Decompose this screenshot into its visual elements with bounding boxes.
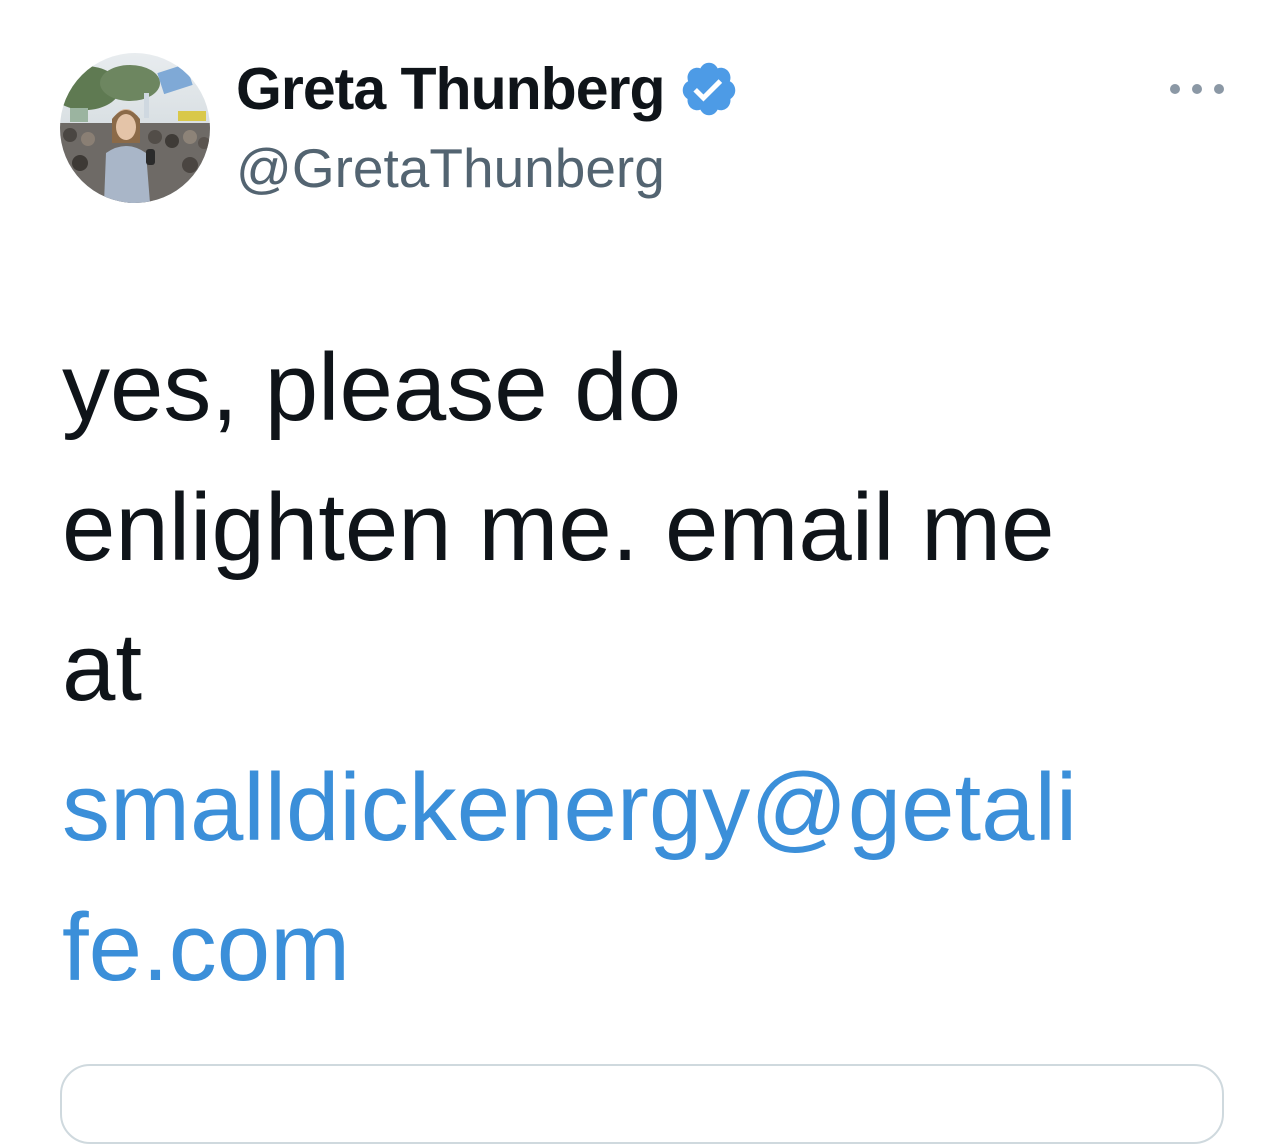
email-link[interactable]: smalldickenergy@getali — [62, 738, 1242, 878]
quoted-card-edge[interactable] — [60, 1064, 1224, 1144]
tweet-text-line: yes, please do — [62, 334, 682, 441]
more-dot — [1192, 84, 1202, 94]
author-name-row: Greta Thunberg — [236, 54, 739, 124]
more-dot — [1214, 84, 1224, 94]
more-dot — [1170, 84, 1180, 94]
author-handle[interactable]: @GretaThunberg — [236, 136, 665, 200]
more-options-icon[interactable] — [1170, 76, 1224, 102]
verified-badge-icon — [682, 62, 735, 116]
profile-photo-icon — [60, 53, 210, 203]
email-link-continued[interactable]: fe.com — [62, 878, 1242, 1018]
tweet-text: yes, please do enlighten me. email me at… — [62, 318, 1242, 1018]
tweet-text-line: enlighten me. email me — [62, 474, 1055, 581]
tweet-text-line: at — [62, 614, 143, 721]
author-avatar[interactable] — [60, 53, 210, 203]
tweet[interactable]: Greta Thunberg @GretaThunberg yes, pleas… — [0, 0, 1284, 1144]
author-display-name[interactable]: Greta Thunberg — [236, 55, 666, 123]
